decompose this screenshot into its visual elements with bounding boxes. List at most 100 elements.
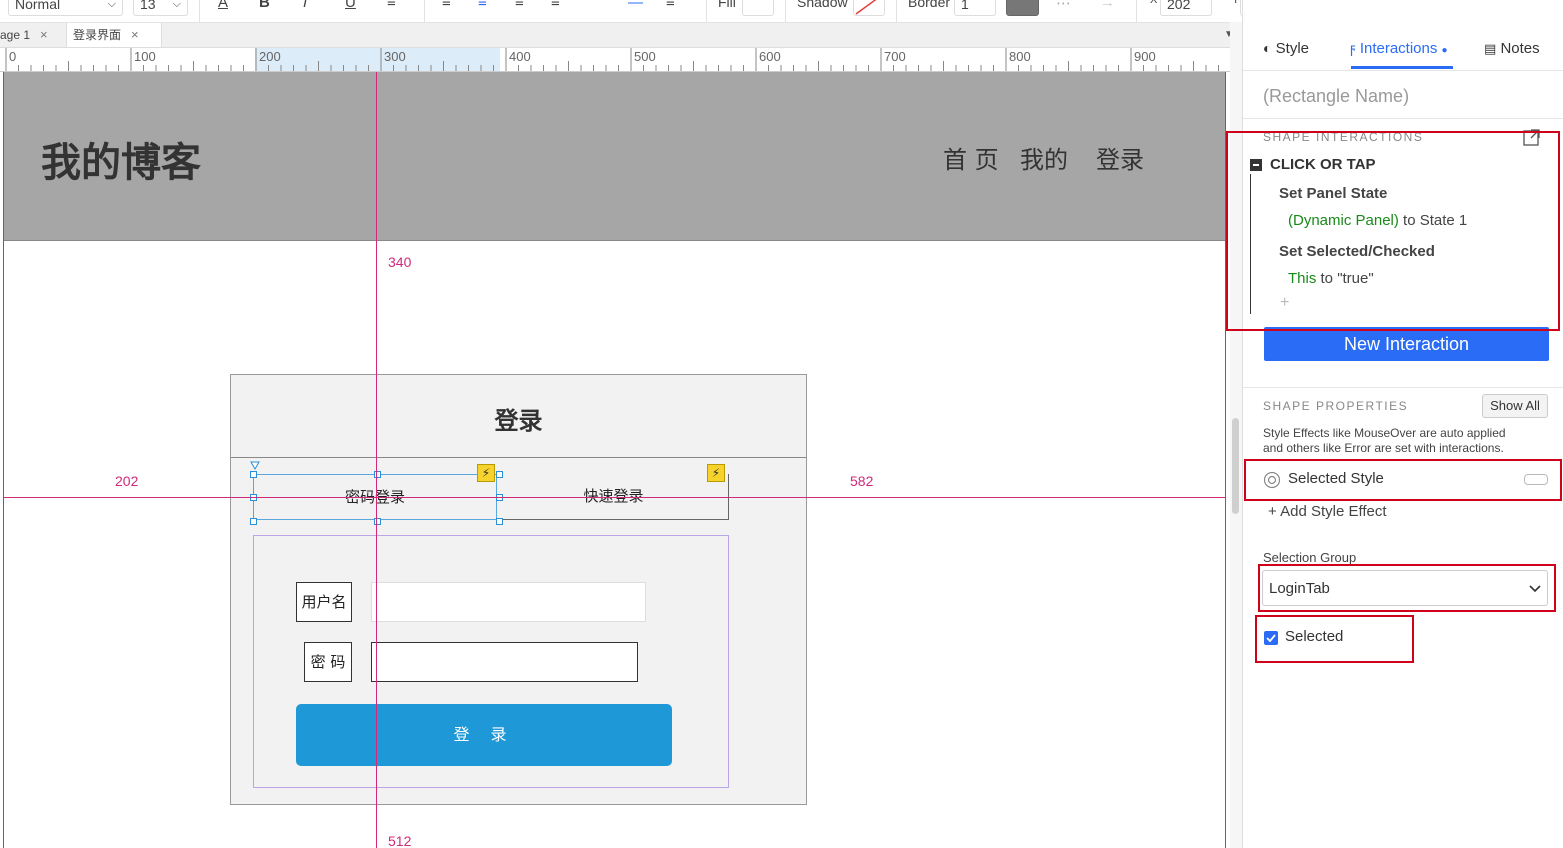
no-shadow-icon [855,0,877,15]
border-width-value: 1 [961,0,969,12]
border-label: Border [908,0,951,10]
resize-handle[interactable] [250,518,257,525]
active-tab-indicator [1351,66,1453,69]
align-center-icon[interactable]: ≡ [478,0,487,11]
resize-handle[interactable] [496,518,503,525]
toolbar-divider [896,0,897,22]
highlight-box-selected-checkbox [1255,615,1414,663]
unsaved-dot-icon: ● [1441,45,1448,56]
login-panel[interactable]: 登录 密码登录 快速登录 ⚡ ⚡ 用户名 密 码 登 录 [230,374,807,805]
selection-group-label: Selection Group [1263,550,1357,565]
x-label: X [1150,0,1158,6]
resize-handle[interactable] [496,471,503,478]
font-size-value: 13 [140,0,156,12]
toolbar-divider [706,0,707,22]
properties-panel: ◐ Style ϝ Interactions ● ▤ Notes (Rectan… [1242,0,1563,848]
title-divider [231,457,806,458]
new-interaction-button[interactable]: New Interaction [1264,327,1549,361]
lightning-icon: ⚡ [707,464,725,482]
ruler-label: 600 [759,49,781,64]
align-justify-icon[interactable]: ≡ [551,0,560,11]
underline-icon[interactable]: U [345,0,356,11]
highlight-box-selected-style [1244,459,1562,501]
username-input[interactable] [371,582,646,622]
login-submit-button[interactable]: 登 录 [296,704,672,766]
login-form-dynamic-panel[interactable]: 用户名 密 码 登 录 [253,535,729,788]
distance-right: 582 [850,473,874,489]
x-position-input[interactable]: 202 [1160,0,1212,16]
italic-icon[interactable]: I [303,0,307,11]
top-toolbar: Normal ⌵ 13 ⌵ A B I U ≡ ≡ ≡ ≡ ≡ ― ≡ Fill S… [0,0,1242,23]
style-effects-note: and others like Error are set with inter… [1263,441,1504,455]
toolbar-divider [785,0,786,22]
shadow-label: Shadow [797,0,848,10]
ruler-labels: 0 100 200 300 400 500 600 700 800 900 [0,48,1230,71]
lightning-icon: ϝ [1350,40,1356,56]
arrow-style-icon[interactable]: → [1100,0,1115,11]
font-style-select[interactable]: Normal ⌵ [8,0,123,16]
valign-top-icon[interactable]: ― [628,0,643,11]
vertical-guide [376,72,377,848]
tab-label: 登录界面 [73,28,122,42]
scrollbar-thumb[interactable] [1232,418,1239,514]
x-position-value: 202 [1167,0,1191,12]
tab-interactions-label: Interactions [1359,40,1438,57]
notes-icon: ▤ [1484,41,1497,56]
horizontal-guide [3,497,1225,498]
font-size-select[interactable]: 13 ⌵ [133,0,188,16]
tab-style[interactable]: ◐ Style [1263,40,1309,57]
nav-mine[interactable]: 我的 [1020,140,1068,175]
tab-interactions[interactable]: ϝ Interactions ● [1350,40,1448,57]
ruler-label: 200 [259,49,281,64]
shape-properties-heading: SHAPE PROPERTIES [1263,399,1409,413]
blog-title: 我的博客 [41,140,201,186]
tab-login-page[interactable]: 登录界面 × [66,23,162,47]
style-effects-note: Style Effects like MouseOver are auto ap… [1263,426,1506,440]
align-left-icon[interactable]: ≡ [442,0,451,11]
bullet-list-icon[interactable]: ≡ [387,0,396,11]
password-input[interactable] [371,642,638,682]
design-canvas[interactable]: 我的博客 首 页 我的 登录 登录 密码登录 快速登录 ⚡ ⚡ 用户名 密 码 … [0,72,1230,848]
valign-middle-icon[interactable]: ≡ [666,0,675,11]
rotate-handle-icon[interactable] [250,461,260,470]
ruler-label: 300 [384,49,406,64]
text-color-icon[interactable]: A [218,0,228,11]
horizontal-ruler: 0 100 200 300 400 500 600 700 800 900 [0,48,1230,72]
border-width-input[interactable]: 1 [954,0,996,16]
tab-style-label: Style [1275,40,1309,57]
blog-header-band[interactable]: 我的博客 首 页 我的 登录 [3,72,1225,241]
ruler-label: 700 [884,49,906,64]
border-color-swatch[interactable] [1006,0,1039,16]
border-style-icon[interactable]: ⋯ [1056,0,1071,12]
login-panel-title: 登录 [494,407,543,435]
tab-notes[interactable]: ▤ Notes [1484,40,1540,57]
ruler-label: 900 [1134,49,1156,64]
nav-login[interactable]: 登录 [1096,140,1144,175]
y-label: Y [1232,0,1240,6]
toolbar-divider [199,0,200,22]
page-left-edge [3,72,4,848]
chevron-down-icon: ⌵ [172,0,181,10]
bold-icon[interactable]: B [259,0,270,11]
lightning-icon: ⚡ [477,464,495,482]
fill-color-swatch[interactable] [742,0,774,16]
chevron-down-icon: ⌵ [107,0,116,10]
shadow-swatch[interactable] [853,0,885,16]
resize-handle[interactable] [250,471,257,478]
username-label: 用户名 [296,582,352,622]
shape-name-input[interactable]: (Rectangle Name) [1263,86,1409,107]
ruler-label: 500 [634,49,656,64]
close-icon[interactable]: × [40,27,48,42]
show-all-button[interactable]: Show All [1482,394,1548,418]
close-icon[interactable]: × [131,27,139,42]
tab-page-1[interactable]: Page 1 × [0,23,64,47]
panel-divider [1243,118,1563,119]
align-right-icon[interactable]: ≡ [515,0,524,11]
panel-divider [1243,387,1563,388]
distance-top: 340 [388,254,412,270]
add-style-effect-button[interactable]: + Add Style Effect [1268,503,1387,520]
highlight-box-selection-group [1258,564,1556,612]
distance-left: 202 [115,473,139,489]
nav-home[interactable]: 首 页 [943,140,999,175]
toolbar-divider [1136,0,1137,22]
